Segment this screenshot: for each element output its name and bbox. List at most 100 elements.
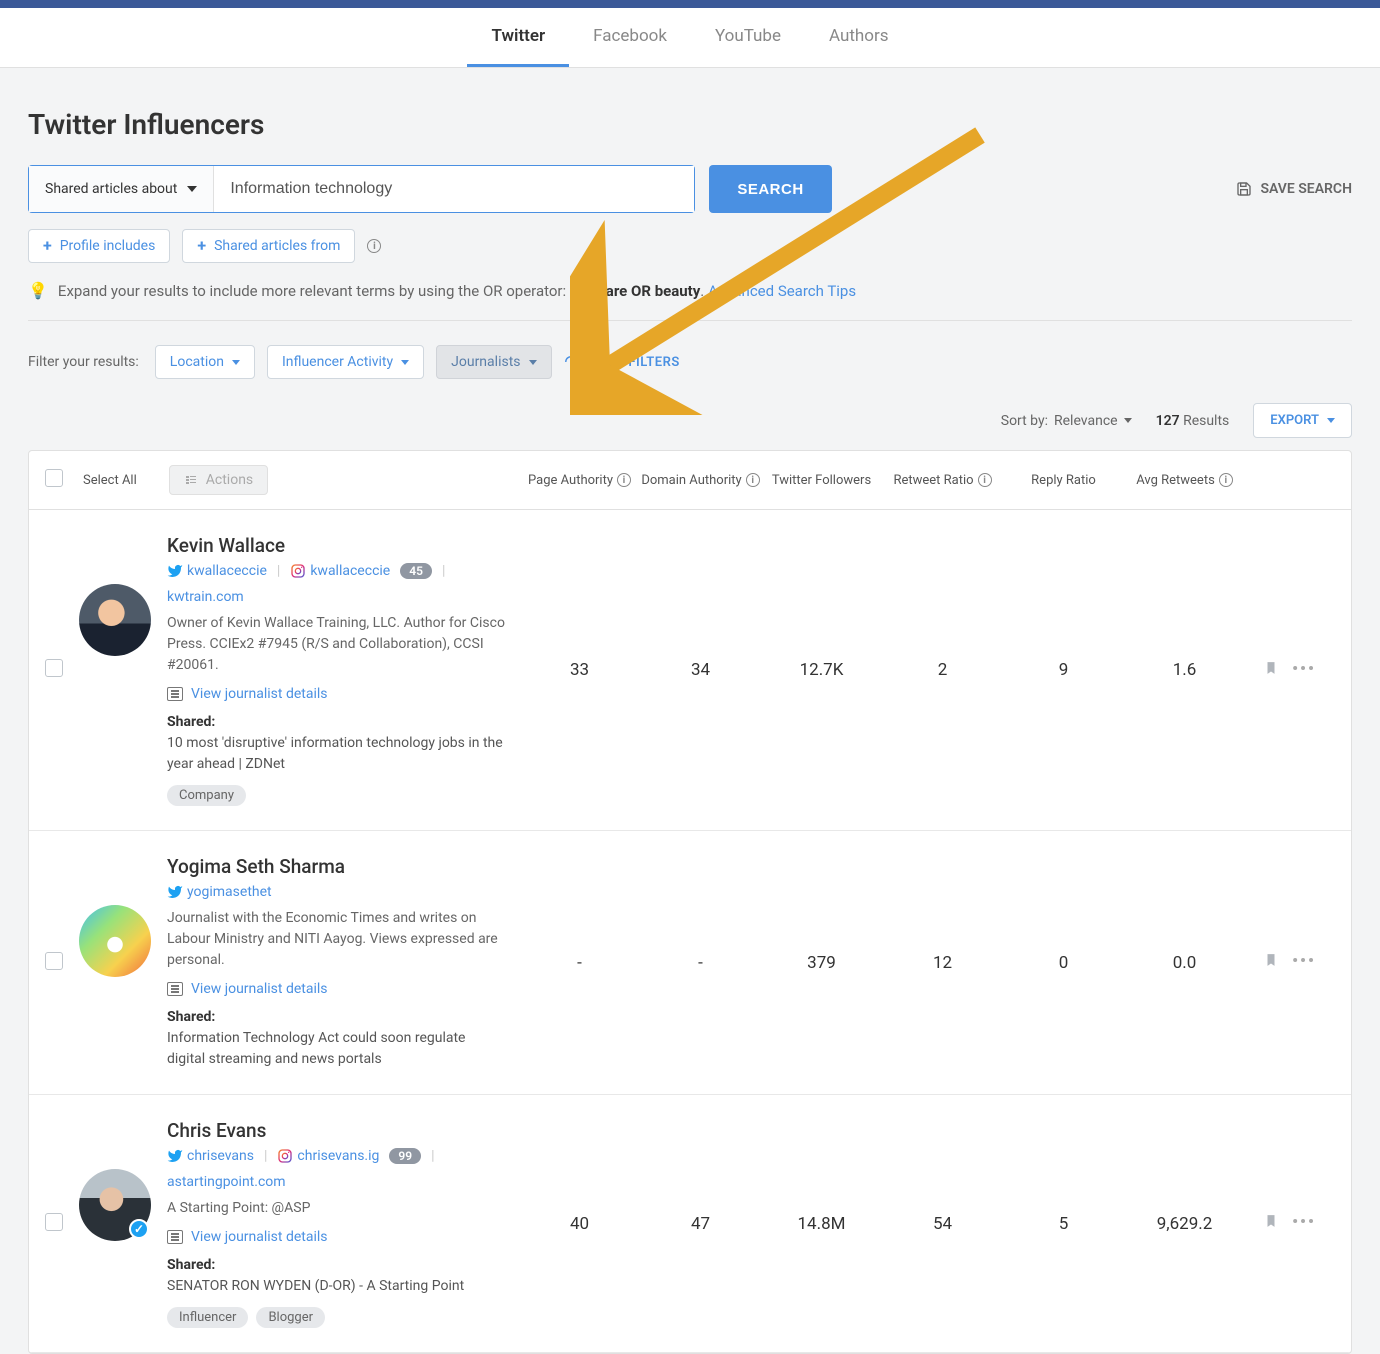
more-options-button[interactable]: ••• [1292, 659, 1316, 682]
verified-badge: ✓ [129, 1219, 149, 1239]
domain-authority-value: 47 [640, 1214, 761, 1234]
instagram-score-badge: 45 [400, 563, 432, 579]
bookmark-button[interactable] [1264, 951, 1278, 974]
more-options-button[interactable]: ••• [1292, 951, 1316, 974]
view-journalist-details-link[interactable]: View journalist details [167, 686, 507, 702]
results-table: Select All Actions Page Authorityi Domai… [28, 450, 1352, 1354]
retweet-ratio-value: 54 [882, 1214, 1003, 1234]
avg-retweets-value: 0.0 [1124, 953, 1245, 973]
tag: Influencer [167, 1307, 248, 1328]
info-icon[interactable]: i [367, 239, 381, 253]
search-type-select[interactable]: Shared articles about [29, 166, 214, 212]
plus-icon: + [43, 238, 52, 254]
shared-article: Shared:SENATOR RON WYDEN (D-OR) - A Star… [167, 1255, 507, 1297]
chevron-down-icon [529, 360, 537, 365]
nav-tabs: Twitter Facebook YouTube Authors [0, 8, 1380, 68]
row-checkbox[interactable] [45, 659, 63, 677]
tab-youtube[interactable]: YouTube [691, 8, 805, 67]
col-page-authority: Page Authorityi [519, 473, 640, 488]
chevron-down-icon [187, 186, 197, 192]
more-options-button[interactable]: ••• [1292, 1212, 1316, 1235]
filter-label: Filter your results: [28, 354, 139, 370]
bio: Owner of Kevin Wallace Training, LLC. Au… [167, 613, 507, 676]
table-row: ✓ Chris Evans chrisevans |chrisevans.ig9… [29, 1095, 1351, 1353]
view-journalist-details-link[interactable]: View journalist details [167, 1229, 507, 1245]
search-input[interactable] [214, 166, 694, 212]
info-icon[interactable]: i [617, 473, 631, 487]
influencer-name[interactable]: Chris Evans [167, 1119, 507, 1142]
followers-value: 14.8M [761, 1214, 882, 1234]
page-authority-value: 40 [519, 1214, 640, 1234]
bookmark-button[interactable] [1264, 659, 1278, 682]
page-authority-value: - [519, 953, 640, 973]
avg-retweets-value: 1.6 [1124, 660, 1245, 680]
table-row: Kevin Wallace kwallaceccie |kwallaceccie… [29, 510, 1351, 831]
result-count: 127 Results [1156, 413, 1230, 429]
advanced-search-tips-link[interactable]: Advanced Search Tips [708, 282, 856, 300]
influencer-name[interactable]: Kevin Wallace [167, 534, 507, 557]
bio: Journalist with the Economic Times and w… [167, 908, 507, 971]
select-all-label: Select All [83, 473, 137, 488]
col-twitter-followers: Twitter Followers [761, 473, 882, 488]
avatar[interactable] [79, 584, 151, 656]
chevron-down-icon [1124, 418, 1132, 423]
reset-filters-button[interactable]: RESET FILTERS [564, 355, 680, 370]
save-search-button[interactable]: SAVE SEARCH [1236, 165, 1352, 213]
info-icon[interactable]: i [978, 473, 992, 487]
col-reply-ratio: Reply Ratio [1003, 473, 1124, 488]
shared-from-chip[interactable]: + Shared articles from [182, 229, 355, 263]
tab-facebook[interactable]: Facebook [569, 8, 691, 67]
tag: Company [167, 785, 246, 806]
page-title: Twitter Influencers [28, 108, 1352, 141]
chevron-down-icon [232, 360, 240, 365]
twitter-handle[interactable]: chrisevans [167, 1148, 254, 1164]
sort-by-select[interactable]: Sort by: Relevance [1001, 413, 1132, 429]
bio: A Starting Point: @ASP [167, 1198, 507, 1219]
lightbulb-icon: 💡 [28, 281, 48, 300]
website-link[interactable]: astartingpoint.com [167, 1174, 286, 1190]
top-bar [0, 0, 1380, 8]
plus-icon: + [197, 238, 206, 254]
followers-value: 379 [761, 953, 882, 973]
info-icon[interactable]: i [1219, 473, 1233, 487]
bookmark-button[interactable] [1264, 1212, 1278, 1235]
reply-ratio-value: 5 [1003, 1214, 1124, 1234]
table-header: Select All Actions Page Authorityi Domai… [29, 451, 1351, 510]
actions-icon [184, 474, 198, 486]
filter-influencer-activity[interactable]: Influencer Activity [267, 345, 424, 379]
tag: Blogger [256, 1307, 325, 1328]
followers-value: 12.7K [761, 660, 882, 680]
select-all-checkbox[interactable] [45, 469, 63, 487]
instagram-handle[interactable]: chrisevans.ig [277, 1148, 379, 1164]
instagram-handle[interactable]: kwallaceccie [290, 563, 390, 579]
reply-ratio-value: 0 [1003, 953, 1124, 973]
search-button[interactable]: SEARCH [709, 165, 831, 213]
col-retweet-ratio: Retweet Ratioi [882, 473, 1003, 488]
profile-includes-chip[interactable]: + Profile includes [28, 229, 170, 263]
reply-ratio-value: 9 [1003, 660, 1124, 680]
view-journalist-details-link[interactable]: View journalist details [167, 981, 507, 997]
actions-button[interactable]: Actions [169, 465, 268, 495]
influencer-name[interactable]: Yogima Seth Sharma [167, 855, 507, 878]
avatar[interactable] [79, 905, 151, 977]
tab-authors[interactable]: Authors [805, 8, 913, 67]
info-icon[interactable]: i [746, 473, 760, 487]
avg-retweets-value: 9,629.2 [1124, 1214, 1245, 1234]
row-checkbox[interactable] [45, 1213, 63, 1231]
details-icon [167, 982, 183, 996]
filter-location[interactable]: Location [155, 345, 255, 379]
details-icon [167, 687, 183, 701]
row-checkbox[interactable] [45, 952, 63, 970]
col-domain-authority: Domain Authorityi [640, 473, 761, 488]
search-type-label: Shared articles about [45, 181, 177, 197]
export-button[interactable]: EXPORT [1253, 403, 1352, 438]
tab-twitter[interactable]: Twitter [467, 8, 569, 67]
col-avg-retweets: Avg Retweetsi [1124, 473, 1245, 488]
chevron-down-icon [1327, 418, 1335, 423]
twitter-handle[interactable]: kwallaceccie [167, 563, 267, 579]
avatar[interactable]: ✓ [79, 1169, 151, 1241]
table-row: Yogima Seth Sharma yogimasethet Journali… [29, 831, 1351, 1095]
website-link[interactable]: kwtrain.com [167, 589, 244, 605]
twitter-handle[interactable]: yogimasethet [167, 884, 272, 900]
filter-journalists[interactable]: Journalists [436, 345, 551, 379]
